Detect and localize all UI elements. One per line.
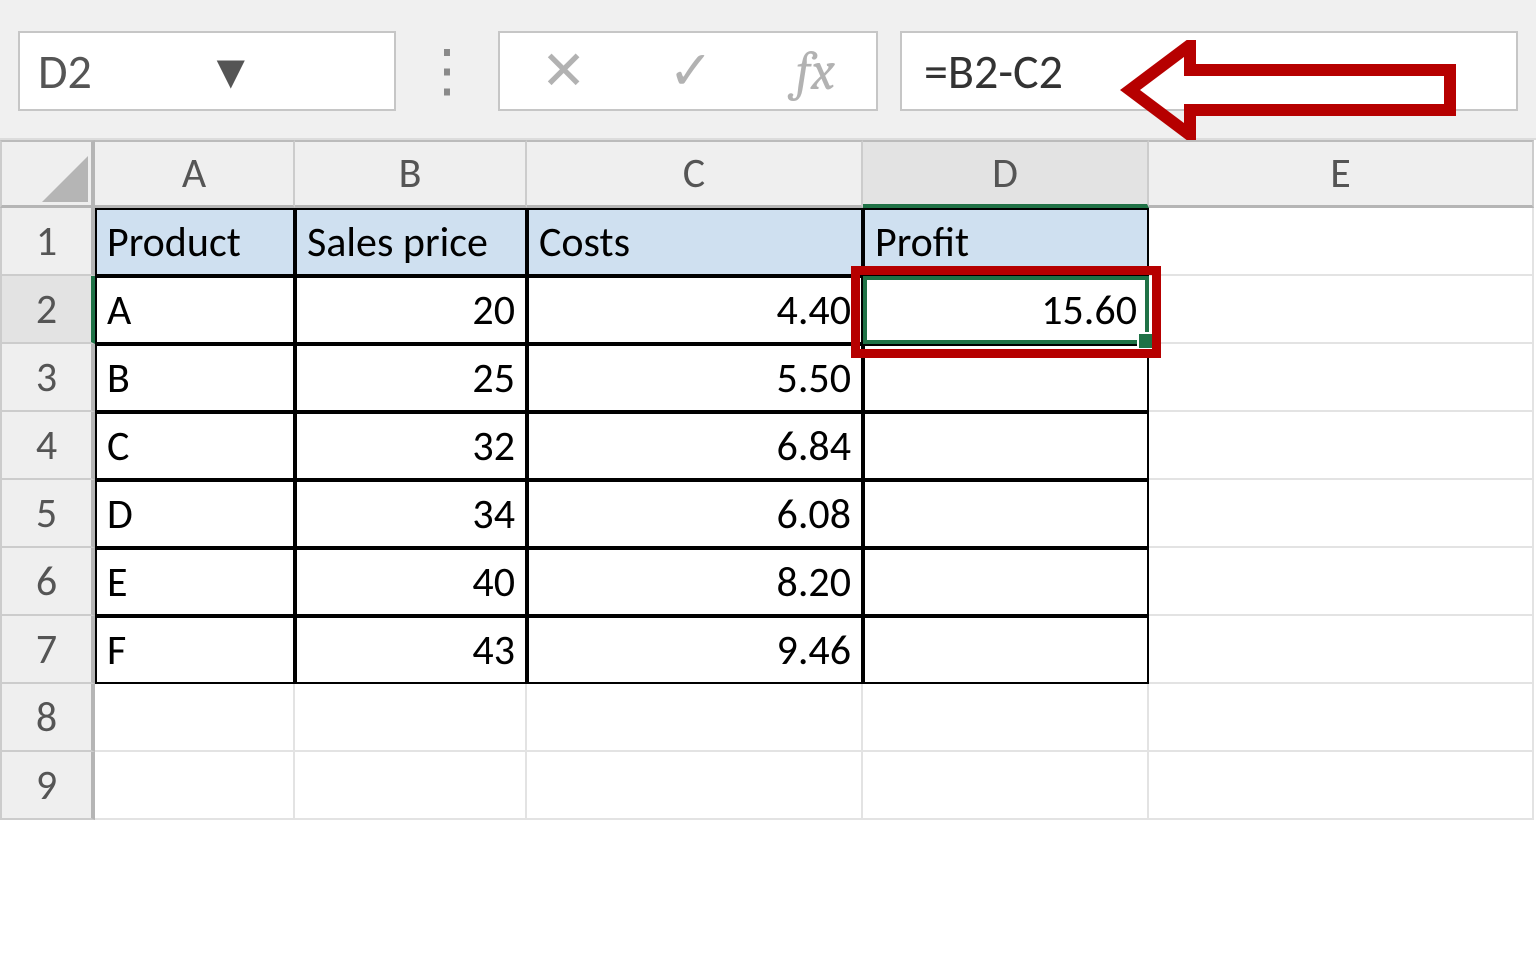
cell-D8[interactable] bbox=[863, 684, 1149, 752]
cell-D4[interactable] bbox=[863, 412, 1149, 480]
formula-input[interactable]: =B2-C2 bbox=[900, 31, 1518, 111]
cell-B8[interactable] bbox=[295, 684, 527, 752]
col-header-C[interactable]: C bbox=[527, 140, 863, 208]
cell-D9[interactable] bbox=[863, 752, 1149, 820]
cell-D6[interactable] bbox=[863, 548, 1149, 616]
cell-C3[interactable]: 5.50 bbox=[527, 344, 863, 412]
cell-B3[interactable]: 25 bbox=[295, 344, 527, 412]
cell-A3[interactable]: B bbox=[95, 344, 295, 412]
cell-B2[interactable]: 20 bbox=[295, 276, 527, 344]
row-header-4[interactable]: 4 bbox=[0, 412, 95, 480]
cell-B9[interactable] bbox=[295, 752, 527, 820]
cell-E5[interactable] bbox=[1149, 480, 1534, 548]
cell-E7[interactable] bbox=[1149, 616, 1534, 684]
cell-C5[interactable]: 6.08 bbox=[527, 480, 863, 548]
name-box-value: D2 bbox=[38, 42, 207, 101]
cell-A6[interactable]: E bbox=[95, 548, 295, 616]
cell-A1[interactable]: Product bbox=[95, 208, 295, 276]
col-header-D[interactable]: D bbox=[863, 140, 1149, 208]
col-header-B[interactable]: B bbox=[295, 140, 527, 208]
cell-D3[interactable] bbox=[863, 344, 1149, 412]
cell-E9[interactable] bbox=[1149, 752, 1534, 820]
row-header-7[interactable]: 7 bbox=[0, 616, 95, 684]
cell-D1[interactable]: Profit bbox=[863, 208, 1149, 276]
select-all-corner[interactable] bbox=[0, 140, 95, 208]
formula-text: =B2-C2 bbox=[924, 42, 1063, 101]
cell-B1[interactable]: Sales price bbox=[295, 208, 527, 276]
cell-E8[interactable] bbox=[1149, 684, 1534, 752]
enter-icon[interactable]: ✓ bbox=[668, 38, 713, 104]
name-box-dropdown-icon[interactable]: ▼ bbox=[207, 42, 376, 101]
cell-C2[interactable]: 4.40 bbox=[527, 276, 863, 344]
cell-D5[interactable] bbox=[863, 480, 1149, 548]
row-header-1[interactable]: 1 bbox=[0, 208, 95, 276]
cell-B5[interactable]: 34 bbox=[295, 480, 527, 548]
col-header-A[interactable]: A bbox=[95, 140, 295, 208]
cell-E2[interactable] bbox=[1149, 276, 1534, 344]
cell-A2[interactable]: A bbox=[95, 276, 295, 344]
cell-A5[interactable]: D bbox=[95, 480, 295, 548]
cell-A4[interactable]: C bbox=[95, 412, 295, 480]
cell-E6[interactable] bbox=[1149, 548, 1534, 616]
row-header-9[interactable]: 9 bbox=[0, 752, 95, 820]
cell-C1[interactable]: Costs bbox=[527, 208, 863, 276]
cell-C9[interactable] bbox=[527, 752, 863, 820]
formula-buttons: ✕ ✓ fx bbox=[498, 31, 878, 111]
cell-B6[interactable]: 40 bbox=[295, 548, 527, 616]
row-header-6[interactable]: 6 bbox=[0, 548, 95, 616]
cell-D2[interactable]: 15.60 bbox=[863, 276, 1149, 344]
cell-E1[interactable] bbox=[1149, 208, 1534, 276]
cell-C6[interactable]: 8.20 bbox=[527, 548, 863, 616]
row-header-8[interactable]: 8 bbox=[0, 684, 95, 752]
row-header-5[interactable]: 5 bbox=[0, 480, 95, 548]
col-header-E[interactable]: E bbox=[1149, 140, 1534, 208]
formula-bar: D2 ▼ ⋮ ✕ ✓ fx =B2-C2 bbox=[0, 0, 1536, 140]
cell-A7[interactable]: F bbox=[95, 616, 295, 684]
spreadsheet: A B C D E 1 Product Sales price Costs Pr… bbox=[0, 140, 1536, 820]
row-header-3[interactable]: 3 bbox=[0, 344, 95, 412]
cell-C8[interactable] bbox=[527, 684, 863, 752]
name-box[interactable]: D2 ▼ bbox=[18, 31, 396, 111]
cell-B7[interactable]: 43 bbox=[295, 616, 527, 684]
cell-E3[interactable] bbox=[1149, 344, 1534, 412]
cell-B4[interactable]: 32 bbox=[295, 412, 527, 480]
cell-C4[interactable]: 6.84 bbox=[527, 412, 863, 480]
insert-function-icon[interactable]: fx bbox=[796, 40, 835, 103]
cancel-icon[interactable]: ✕ bbox=[541, 38, 586, 104]
cell-A9[interactable] bbox=[95, 752, 295, 820]
grid[interactable]: A B C D E 1 Product Sales price Costs Pr… bbox=[0, 140, 1536, 820]
cell-D7[interactable] bbox=[863, 616, 1149, 684]
cell-C7[interactable]: 9.46 bbox=[527, 616, 863, 684]
cell-A8[interactable] bbox=[95, 684, 295, 752]
cell-E4[interactable] bbox=[1149, 412, 1534, 480]
row-header-2[interactable]: 2 bbox=[0, 276, 95, 344]
